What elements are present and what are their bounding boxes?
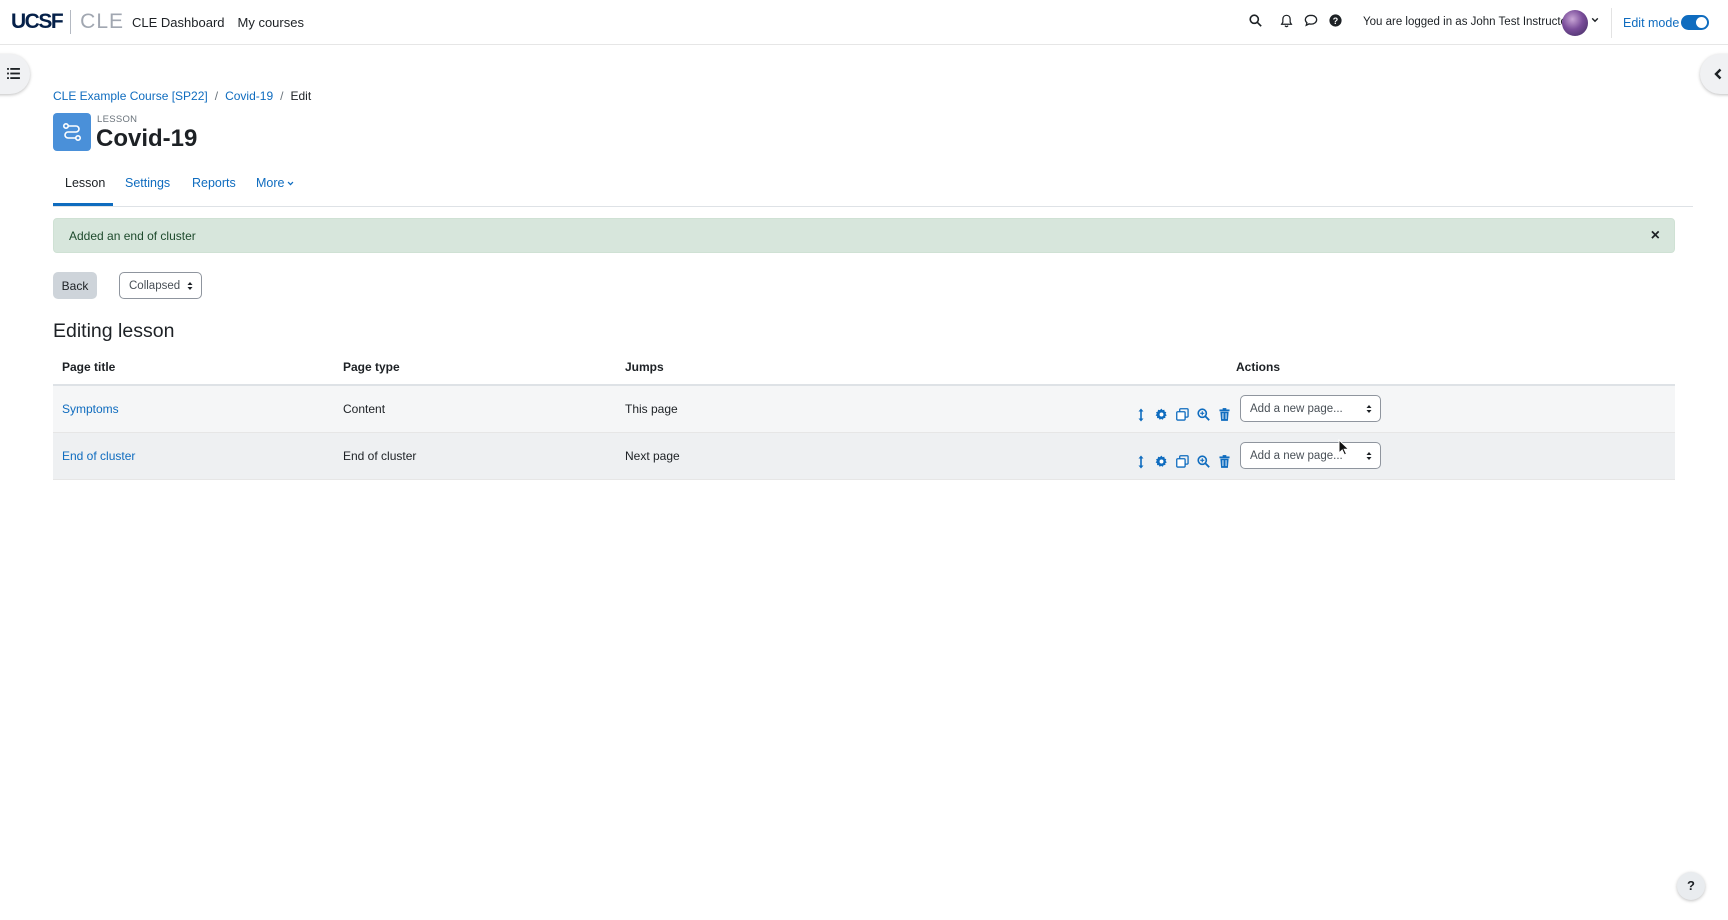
help-icon[interactable]: ?	[1329, 14, 1342, 27]
tab-more[interactable]: More	[256, 176, 294, 190]
svg-text:?: ?	[1333, 16, 1338, 26]
bell-icon[interactable]	[1280, 14, 1293, 28]
gear-icon[interactable]	[1154, 407, 1169, 422]
search-icon[interactable]	[1249, 14, 1262, 27]
add-page-select[interactable]: Add a new page...	[1240, 395, 1381, 422]
column-header-page-type: Page type	[343, 360, 400, 374]
breadcrumb-separator: /	[214, 89, 219, 103]
lesson-activity-icon	[53, 113, 91, 151]
preview-icon[interactable]	[1196, 454, 1211, 469]
column-header-page-title: Page title	[62, 360, 116, 374]
gear-icon[interactable]	[1154, 454, 1169, 469]
mouse-cursor-icon	[1338, 439, 1350, 456]
tab-settings[interactable]: Settings	[125, 176, 170, 190]
breadcrumb-course[interactable]: CLE Example Course [SP22]	[53, 89, 208, 103]
help-button[interactable]: ?	[1677, 872, 1705, 900]
secondary-nav: Lesson Settings Reports More	[53, 164, 1693, 207]
view-mode-select[interactable]: Collapsed	[119, 272, 202, 299]
add-page-placeholder: Add a new page...	[1250, 450, 1343, 462]
breadcrumb-lesson[interactable]: Covid-19	[225, 89, 273, 103]
add-page-placeholder: Add a new page...	[1250, 403, 1343, 415]
row-actions: Add a new page...	[1133, 395, 1381, 428]
select-arrows-icon	[1366, 451, 1372, 461]
preview-icon[interactable]	[1196, 407, 1211, 422]
navbar-divider	[1611, 8, 1612, 38]
course-index-drawer-toggle[interactable]	[0, 54, 30, 94]
section-title: Editing lesson	[53, 320, 175, 342]
table-header: Page title Page type Jumps Actions	[53, 352, 1675, 386]
page-title-link[interactable]: End of cluster	[62, 449, 135, 463]
trash-icon[interactable]	[1217, 454, 1232, 469]
page-type-cell: End of cluster	[343, 449, 417, 463]
logo-divider	[70, 10, 72, 34]
view-mode-value: Collapsed	[129, 280, 181, 292]
block-drawer-toggle[interactable]	[1700, 54, 1728, 94]
add-page-select[interactable]: Add a new page...	[1240, 442, 1381, 469]
page-type-cell: Content	[343, 402, 386, 416]
logo-cle: CLE	[80, 10, 125, 33]
move-icon[interactable]	[1133, 454, 1148, 469]
nav-link-dashboard[interactable]: CLE Dashboard	[132, 15, 225, 30]
page-title-link[interactable]: Symptoms	[62, 402, 119, 416]
avatar[interactable]	[1562, 10, 1588, 36]
back-button[interactable]: Back	[53, 272, 97, 299]
table-row: End of cluster End of cluster Next page …	[53, 433, 1675, 480]
table-row: Symptoms Content This page Add a new pag…	[53, 386, 1675, 433]
copy-icon[interactable]	[1175, 407, 1190, 422]
trash-icon[interactable]	[1217, 407, 1232, 422]
breadcrumb: CLE Example Course [SP22] / Covid-19 / E…	[53, 89, 311, 103]
chevron-down-icon	[287, 180, 294, 187]
tab-more-label: More	[256, 176, 285, 190]
active-tab-indicator	[53, 203, 113, 206]
column-header-jumps: Jumps	[625, 360, 664, 374]
column-header-actions: Actions	[1236, 360, 1281, 374]
tab-reports[interactable]: Reports	[192, 176, 236, 190]
alert-message: Added an end of cluster	[69, 229, 196, 243]
tab-lesson[interactable]: Lesson	[65, 176, 105, 190]
chevron-left-icon	[1713, 68, 1723, 80]
chevron-down-icon[interactable]	[1591, 16, 1599, 24]
site-logo[interactable]: UCSF CLE	[11, 10, 124, 34]
breadcrumb-separator: /	[280, 89, 284, 103]
nav-link-my-courses[interactable]: My courses	[238, 15, 304, 30]
edit-mode-toggle[interactable]	[1681, 15, 1709, 30]
page-title: Covid-19	[96, 125, 198, 152]
lesson-pages-table: Page title Page type Jumps Actions Sympt…	[53, 352, 1675, 480]
jumps-cell: This page	[625, 402, 678, 416]
success-alert: Added an end of cluster ×	[53, 218, 1675, 253]
copy-icon[interactable]	[1175, 454, 1190, 469]
select-arrows-icon	[187, 281, 193, 291]
breadcrumb-current: Edit	[290, 89, 312, 103]
top-navbar: UCSF CLE CLE Dashboard My courses ? You …	[0, 0, 1728, 45]
logged-in-user-text: You are logged in as John Test Instructo…	[1363, 16, 1571, 28]
close-icon[interactable]: ×	[1651, 228, 1660, 244]
select-arrows-icon	[1366, 404, 1372, 414]
jumps-cell: Next page	[625, 449, 680, 463]
list-icon	[7, 68, 20, 79]
logo-ucsf: UCSF	[11, 10, 64, 33]
move-icon[interactable]	[1133, 407, 1148, 422]
chat-icon[interactable]	[1304, 14, 1318, 27]
activity-type-label: LESSON	[97, 114, 138, 125]
primary-nav: CLE Dashboard My courses	[132, 15, 304, 30]
edit-mode-label: Edit mode	[1623, 16, 1680, 30]
